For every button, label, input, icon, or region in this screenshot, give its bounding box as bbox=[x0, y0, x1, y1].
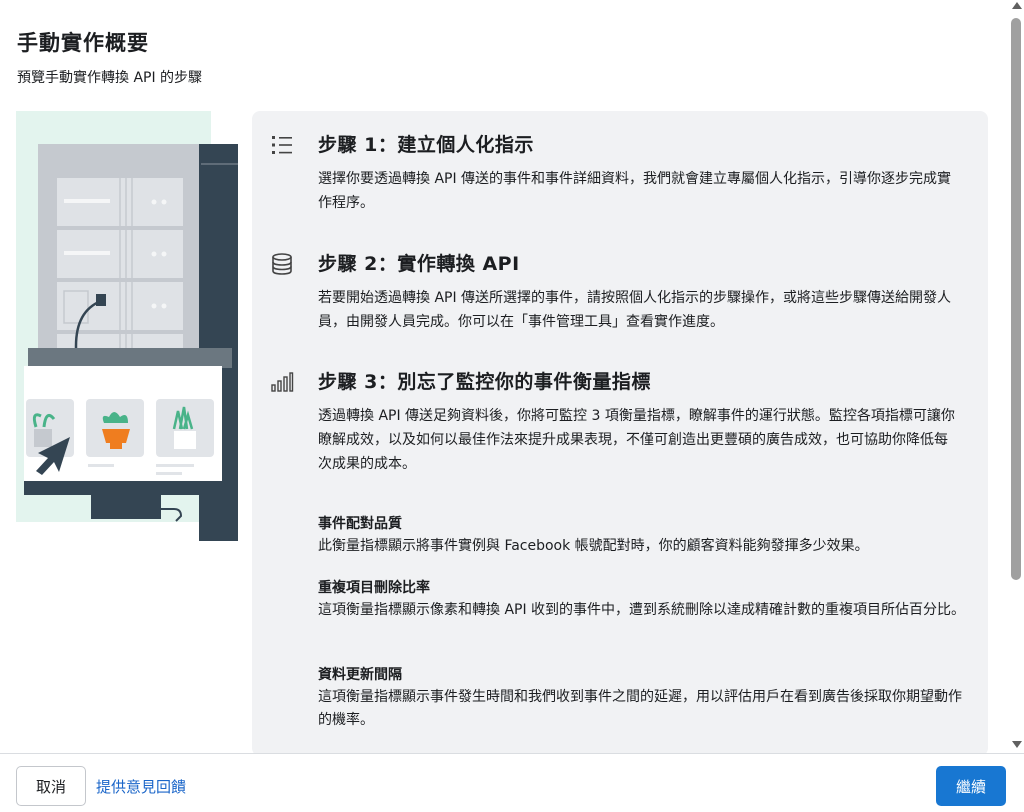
step-description: 若要開始透過轉換 API 傳送所選擇的事件，請按照個人化指示的步驟操作，或將這些… bbox=[318, 290, 952, 330]
feedback-link[interactable]: 提供意見回饋 bbox=[96, 776, 186, 797]
step-title: 步驟 2：實作轉換 API bbox=[318, 253, 520, 275]
server-illustration bbox=[16, 111, 238, 541]
metric-description: 此衡量指標顯示將事件實例與 Facebook 帳號配對時，你的顧客資料能夠發揮多… bbox=[318, 538, 869, 554]
step-description: 透過轉換 API 傳送足夠資料後，你將可監控 3 項衡量指標，瞭解事件的運行狀態… bbox=[318, 408, 955, 472]
metric-title: 重複項目刪除比率 bbox=[318, 580, 430, 596]
metric-data-freshness: 資料更新間隔 這項衡量指標顯示事件發生時間和我們收到事件之間的延遲，用以評估用戶… bbox=[318, 664, 968, 732]
metric-title: 資料更新間隔 bbox=[318, 667, 402, 683]
cancel-button[interactable]: 取消 bbox=[16, 766, 86, 806]
database-icon bbox=[272, 253, 292, 275]
step-title: 步驟 1：建立個人化指示 bbox=[318, 134, 534, 156]
metric-description: 這項衡量指標顯示像素和轉換 API 收到的事件中，遭到系統刪除以達成精確計數的重… bbox=[318, 602, 966, 618]
bar-chart-icon bbox=[271, 372, 294, 392]
server-computer-illustration bbox=[16, 111, 238, 541]
page-subtitle: 預覽手動實作轉換 API 的步驟 bbox=[17, 70, 203, 86]
scroll-up-arrow-icon[interactable] bbox=[1012, 2, 1022, 9]
scrollbar[interactable] bbox=[1008, 0, 1024, 753]
step-description: 選擇你要透過轉換 API 傳送的事件和事件詳細資料，我們就會建立專屬個人化指示，… bbox=[318, 171, 952, 211]
steps-panel: 步驟 1：建立個人化指示 選擇你要透過轉換 API 傳送的事件和事件詳細資料，我… bbox=[252, 111, 988, 756]
list-icon bbox=[272, 136, 292, 154]
step-title: 步驟 3：別忘了監控你的事件衡量指標 bbox=[318, 371, 651, 393]
metric-event-match-quality: 事件配對品質 此衡量指標顯示將事件實例與 Facebook 帳號配對時，你的顧客… bbox=[318, 513, 968, 558]
scroll-down-arrow-icon[interactable] bbox=[1012, 741, 1022, 748]
page-title: 手動實作概要 bbox=[17, 31, 149, 55]
metric-title: 事件配對品質 bbox=[318, 516, 402, 532]
footer: 取消 提供意見回饋 繼續 bbox=[0, 753, 1024, 812]
metric-deduplication-rate: 重複項目刪除比率 這項衡量指標顯示像素和轉換 API 收到的事件中，遭到系統刪除… bbox=[318, 577, 968, 622]
metric-description: 這項衡量指標顯示事件發生時間和我們收到事件之間的延遲，用以評估用戶在看到廣告後採… bbox=[318, 689, 962, 728]
continue-button[interactable]: 繼續 bbox=[936, 766, 1006, 806]
scroll-thumb[interactable] bbox=[1011, 18, 1021, 580]
